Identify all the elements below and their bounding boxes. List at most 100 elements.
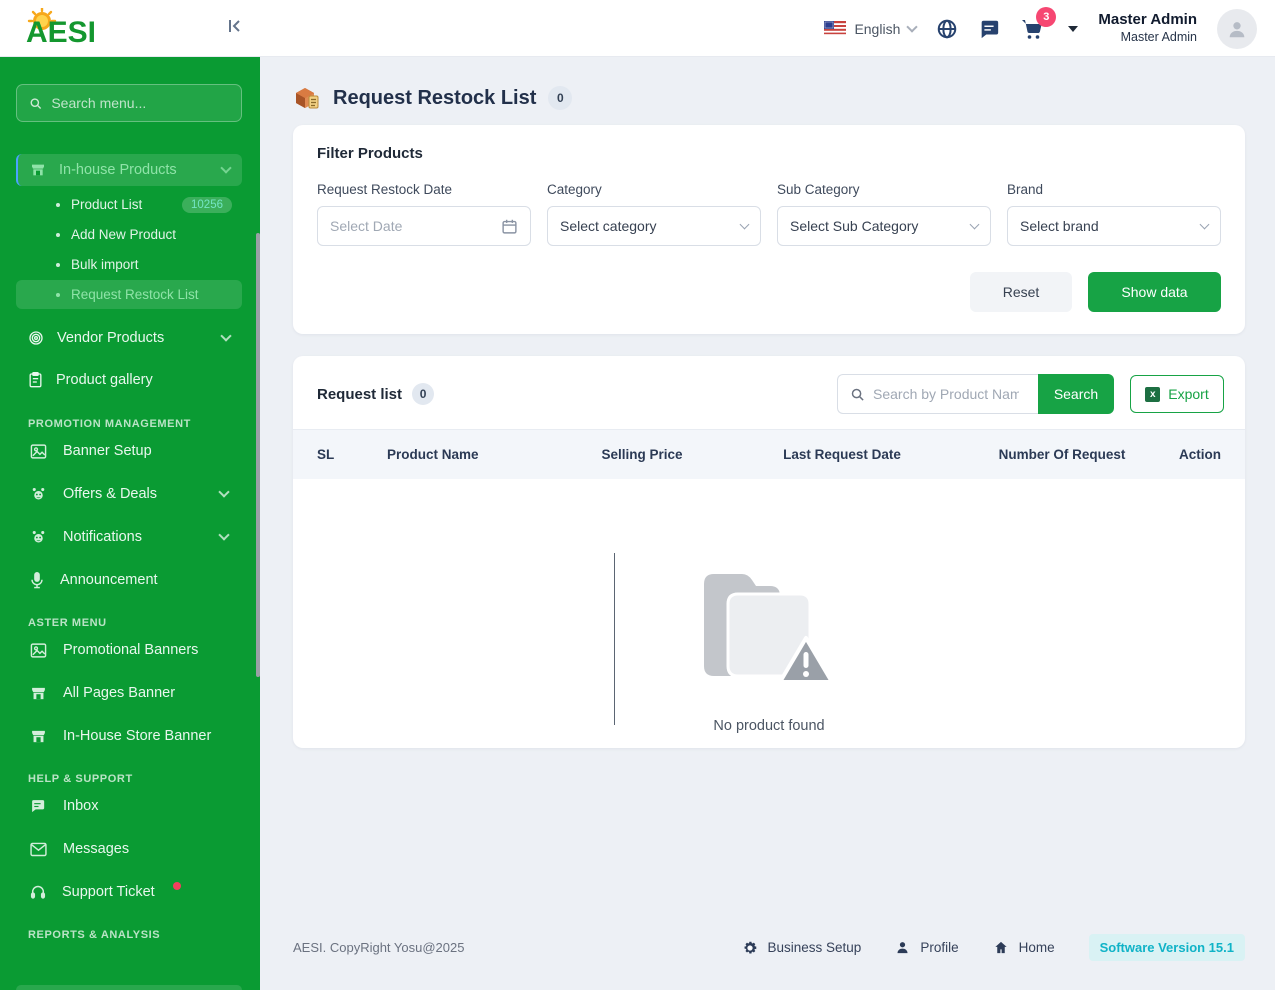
category-select[interactable]: Select category [547,206,761,246]
inhouse-submenu: Product List 10256 Add New Product Bulk … [0,186,260,312]
date-placeholder: Select Date [330,218,403,234]
copyright-text: AESI. CopyRight Yosu@2025 [293,940,465,955]
sidebar-item-product-list[interactable]: Product List 10256 [16,190,242,219]
empty-state: No product found [293,553,1245,734]
page-footer: AESI. CopyRight Yosu@2025 Business Setup… [293,934,1245,961]
section-aster-menu: ASTER MENU [28,617,107,629]
column-action: Action [1179,447,1221,462]
home-link[interactable]: Home [993,940,1055,955]
notifications-icon [32,530,45,542]
top-header: AESI English 3 Master Admin Master Admin [0,0,1275,57]
category-label: Category [547,182,602,197]
sidebar-item-request-restock-list[interactable]: Request Restock List [16,280,242,309]
profile-link[interactable]: Profile [895,940,959,955]
excel-icon: x [1145,386,1161,402]
user-name: Master Admin [1098,11,1197,29]
user-info[interactable]: Master Admin Master Admin [1098,11,1197,45]
bullet-icon [56,232,60,237]
sidebar-collapse-icon[interactable] [226,17,244,40]
category-value: Select category [560,218,657,234]
software-version-badge: Software Version 15.1 [1088,934,1245,961]
sidebar-item-offers-deals[interactable]: Offers & Deals [16,479,242,509]
reset-button[interactable]: Reset [970,272,1072,312]
sidebar-item-all-pages-banner[interactable]: All Pages Banner [16,678,242,708]
brand-select[interactable]: Select brand [1007,206,1221,246]
subcategory-select[interactable]: Select Sub Category [777,206,991,246]
show-data-button[interactable]: Show data [1088,272,1221,312]
sidebar-item-label: Announcement [60,572,158,588]
sidebar-item-label: Add New Product [71,227,177,242]
sidebar-item-announcement[interactable]: Announcement [16,565,242,595]
chevron-down-icon [218,486,230,498]
sidebar-search-input[interactable] [51,95,229,111]
microphone-icon [31,571,43,588]
subcategory-label: Sub Category [777,182,860,197]
section-help-support: HELP & SUPPORT [28,773,133,785]
sidebar-item-add-new-product[interactable]: Add New Product [16,220,242,249]
store-icon [32,164,44,176]
column-sl: SL [317,447,335,462]
business-setup-link[interactable]: Business Setup [742,940,861,956]
brand-value: Select brand [1020,218,1099,234]
sidebar-item-support-ticket[interactable]: Support Ticket [16,877,242,907]
sidebar-item-vendor-products[interactable]: Vendor Products [16,322,242,354]
sidebar-item-label: Support Ticket [62,884,155,900]
chat-icon[interactable] [978,18,1000,40]
sidebar-scrollbar[interactable] [256,233,260,677]
offers-icon [32,487,45,499]
date-label: Request Restock Date [317,182,453,197]
sidebar-item-inbox[interactable]: Inbox [16,791,242,821]
store-icon [32,730,45,742]
sidebar-item-notifications[interactable]: Notifications [16,522,242,552]
home-label: Home [1018,940,1055,955]
sidebar-item-messages[interactable]: Messages [16,834,242,864]
us-flag-icon [824,21,847,36]
sidebar-search[interactable] [16,84,242,122]
sidebar-item-label: In-House Store Banner [63,728,212,744]
empty-state-text: No product found [713,718,825,734]
chevron-down-icon [218,529,230,541]
sidebar-item-promotional-banners[interactable]: Promotional Banners [16,635,242,665]
sidebar-item-product-gallery[interactable]: Product gallery [16,364,242,396]
chevron-down-icon [906,20,919,33]
column-product-name: Product Name [387,447,479,462]
brand-label: Brand [1007,182,1044,197]
chevron-down-icon [220,162,232,174]
sidebar-item-banner-setup[interactable]: Banner Setup [16,436,242,466]
sidebar-item-label: In-house Products [59,162,177,178]
sidebar-item-label: Bulk import [71,257,139,272]
date-picker[interactable]: Select Date [317,206,531,246]
request-list-heading: Request list [317,385,403,403]
profile-label: Profile [920,940,959,955]
globe-icon[interactable] [936,18,958,40]
person-icon [1229,21,1245,37]
language-selector[interactable]: English [824,20,919,37]
sidebar-item-label: Product List [71,197,143,212]
app-logo[interactable]: AESI [18,6,148,55]
sidebar-item-inhouse-products[interactable]: In-house Products [16,154,242,186]
export-button[interactable]: x Export [1130,375,1224,413]
sidebar-item-label: Promotional Banners [63,642,199,658]
export-label: Export [1168,386,1209,402]
sidebar-item-label: Product gallery [56,372,153,388]
bullet-icon [56,292,60,297]
chevron-down-icon [969,219,980,230]
sidebar-item-bulk-import[interactable]: Bulk import [16,250,242,279]
chevron-down-icon [739,219,750,230]
store-icon [32,687,45,699]
sidebar-item-label: Messages [63,841,130,857]
user-menu-caret-icon[interactable] [1068,25,1079,32]
sidebar-item-label: Vendor Products [57,330,165,346]
sidebar-item-inhouse-store-banner[interactable]: In-House Store Banner [16,721,242,751]
envelope-icon [30,842,47,856]
table-header-row: SL Product Name Selling Price Last Reque… [293,429,1245,479]
cart-icon[interactable]: 3 [1020,6,1057,41]
section-promotion-management: PROMOTION MANAGEMENT [28,418,191,430]
language-label: English [854,20,901,37]
filter-heading: Filter Products [317,145,423,162]
avatar[interactable] [1217,8,1257,49]
product-search-input[interactable] [873,386,1019,402]
sidebar-item-label: Offers & Deals [63,486,158,502]
search-button[interactable]: Search [1038,374,1114,414]
chat-bubble-icon [32,799,45,812]
